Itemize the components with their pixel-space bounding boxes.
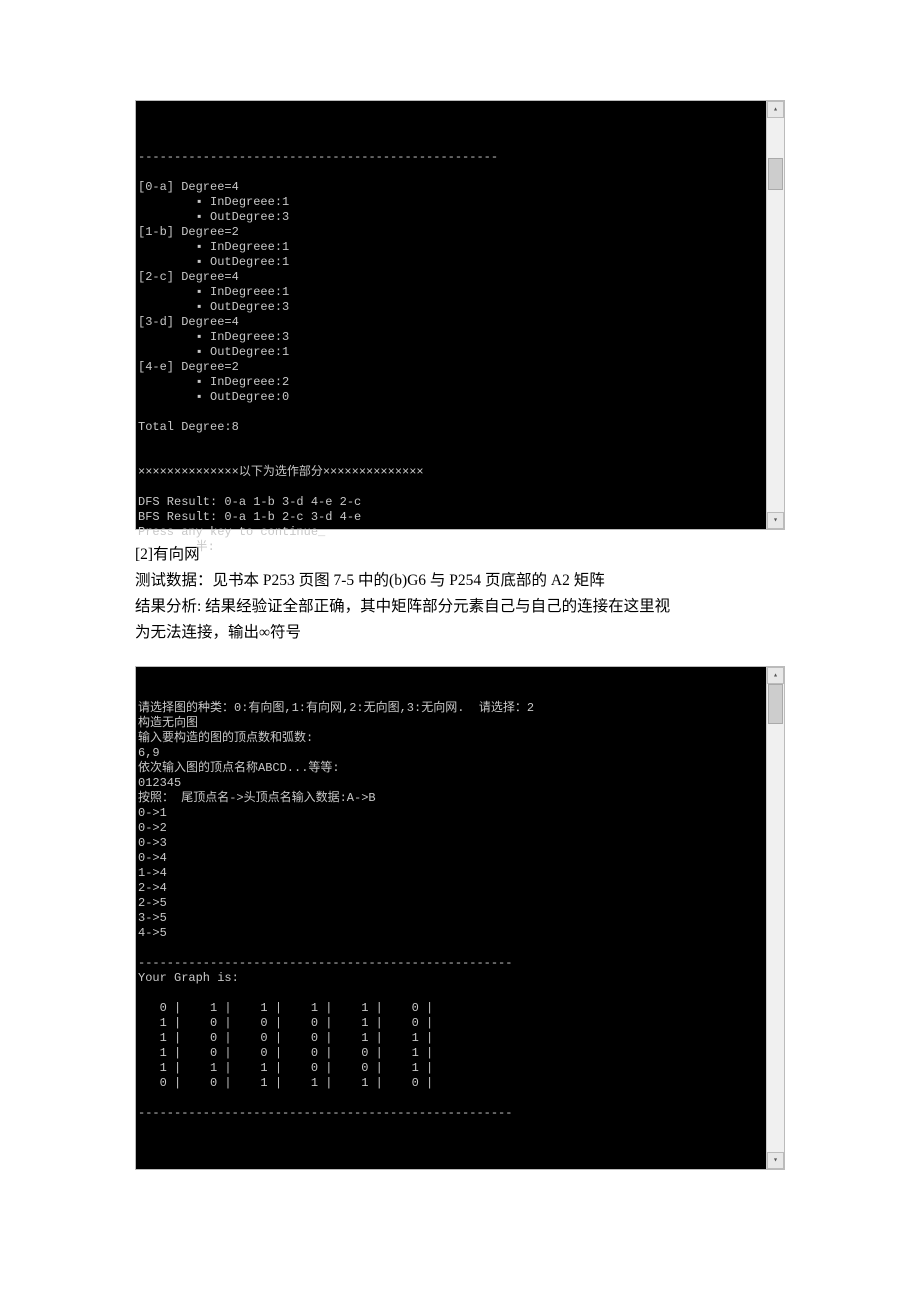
divider-line: ----------------------------------------… — [138, 1106, 512, 1120]
scroll-track[interactable] — [767, 118, 784, 512]
edge-line: 0->3 — [138, 836, 167, 850]
node-outdegree: ▪ OutDegree:3 — [196, 210, 290, 224]
matrix-row: 1 | 0 | 0 | 0 | 1 | 1 | — [138, 1031, 433, 1045]
edge-line: 2->4 — [138, 881, 167, 895]
matrix-row: 0 | 0 | 1 | 1 | 1 | 0 | — [138, 1076, 433, 1090]
input-names-line: 依次输入图的顶点名称ABCD...等等: — [138, 761, 340, 775]
edge-line: 4->5 — [138, 926, 167, 940]
scroll-up-button[interactable]: ▴ — [767, 667, 784, 684]
total-degree: Total Degree:8 — [138, 420, 239, 434]
node-outdegree: ▪ OutDegree:0 — [196, 390, 290, 404]
names-line: 012345 — [138, 776, 181, 790]
node-indegree: ▪ InDegreee:1 — [196, 285, 290, 299]
edge-line: 0->1 — [138, 806, 167, 820]
tail-text: 半: — [138, 540, 215, 554]
console-output-1: ----------------------------------------… — [135, 100, 785, 530]
edge-line: 0->4 — [138, 851, 167, 865]
build-line: 构造无向图 — [138, 716, 198, 730]
counts-line: 6,9 — [138, 746, 160, 760]
edge-line: 0->2 — [138, 821, 167, 835]
prompt-line: 请选择图的种类：0:有向图,1:有向网,2:无向图,3:无向网. 请选择：2 — [138, 701, 534, 715]
matrix-row: 1 | 0 | 0 | 0 | 0 | 1 | — [138, 1046, 433, 1060]
dfs-result: DFS Result: 0-a 1-b 3-d 4-e 2-c — [138, 495, 361, 509]
press-key: Press any key to continue_ — [138, 525, 325, 539]
matrix-row: 1 | 0 | 0 | 0 | 1 | 0 | — [138, 1016, 433, 1030]
scroll-thumb[interactable] — [768, 158, 783, 190]
your-graph: Your Graph is: — [138, 971, 239, 985]
scrollbar[interactable]: ▴ ▾ — [766, 667, 784, 1169]
scrollbar[interactable]: ▴ ▾ — [766, 101, 784, 529]
doc-line-4: 为无法连接，输出∞符号 — [135, 620, 785, 646]
scroll-up-button[interactable]: ▴ — [767, 101, 784, 118]
node-header: [1-b] Degree=2 — [138, 225, 239, 239]
node-header: [4-e] Degree=2 — [138, 360, 239, 374]
matrix-row: 1 | 1 | 1 | 0 | 0 | 1 | — [138, 1061, 433, 1075]
node-outdegree: ▪ OutDegree:3 — [196, 300, 290, 314]
scroll-down-button[interactable]: ▾ — [767, 1152, 784, 1169]
console-output-2: 请选择图的种类：0:有向图,1:有向网,2:无向图,3:无向网. 请选择：2 构… — [135, 666, 785, 1170]
divider-line: ----------------------------------------… — [138, 150, 498, 164]
edge-line: 2->5 — [138, 896, 167, 910]
node-header: [3-d] Degree=4 — [138, 315, 239, 329]
node-indegree: ▪ InDegreee:3 — [196, 330, 290, 344]
node-outdegree: ▪ OutDegree:1 — [196, 345, 290, 359]
input-ve-line: 输入要构造的图的顶点数和弧数: — [138, 731, 313, 745]
console-content-2: 请选择图的种类：0:有向图,1:有向网,2:无向图,3:无向网. 请选择：2 构… — [136, 697, 784, 1125]
console-content-1: ----------------------------------------… — [136, 131, 784, 559]
edge-line: 1->4 — [138, 866, 167, 880]
bfs-result: BFS Result: 0-a 1-b 2-c 3-d 4-e — [138, 510, 361, 524]
matrix-row: 0 | 1 | 1 | 1 | 1 | 0 | — [138, 1001, 433, 1015]
node-outdegree: ▪ OutDegree:1 — [196, 255, 290, 269]
node-indegree: ▪ InDegreee:2 — [196, 375, 290, 389]
scroll-down-button[interactable]: ▾ — [767, 512, 784, 529]
node-header: [2-c] Degree=4 — [138, 270, 239, 284]
scroll-thumb[interactable] — [768, 684, 783, 724]
node-indegree: ▪ InDegreee:1 — [196, 195, 290, 209]
divider-line: ----------------------------------------… — [138, 956, 512, 970]
edge-format-line: 按照： 尾顶点名->头顶点名输入数据:A->B — [138, 791, 376, 805]
edge-line: 3->5 — [138, 911, 167, 925]
node-indegree: ▪ InDegreee:1 — [196, 240, 290, 254]
node-header: [0-a] Degree=4 — [138, 180, 239, 194]
scroll-track[interactable] — [767, 684, 784, 1152]
section-divider: ××××××××××××××以下为选作部分×××××××××××××× — [138, 465, 424, 479]
